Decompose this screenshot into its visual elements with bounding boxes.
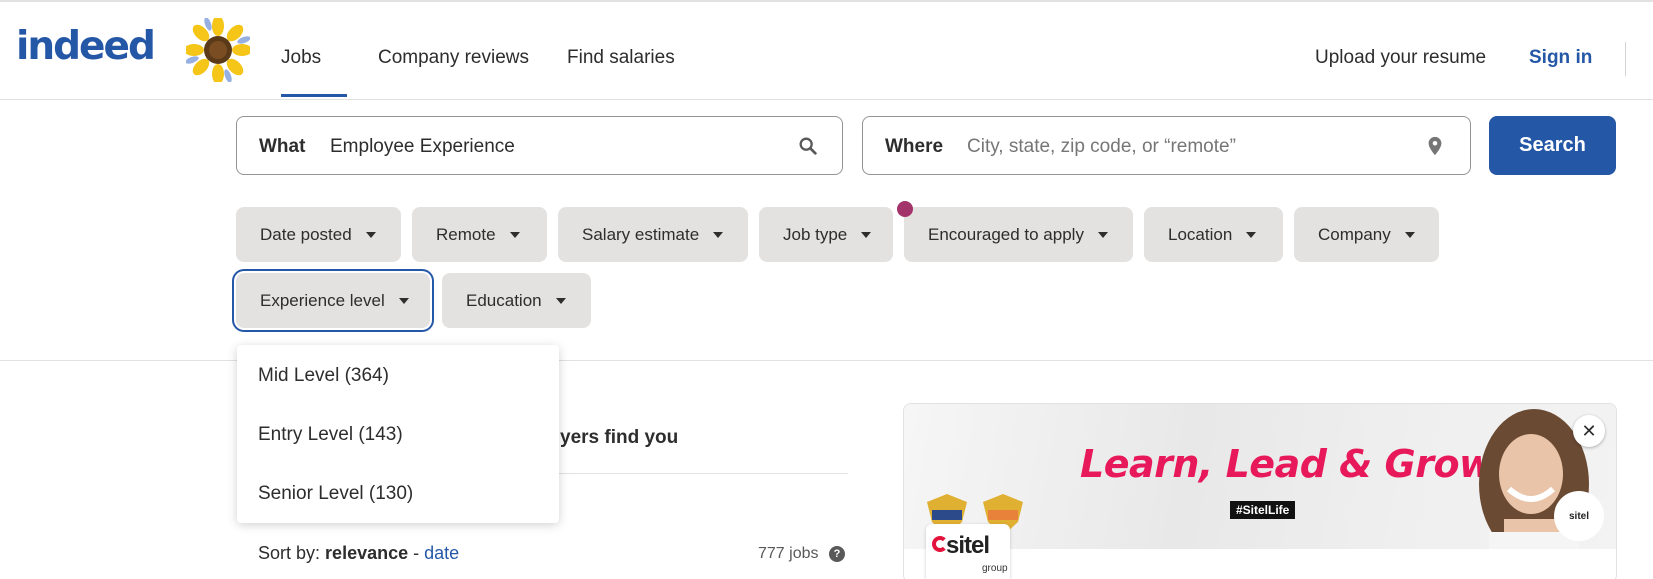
sunflower-icon — [186, 18, 250, 82]
search-button[interactable]: Search — [1489, 116, 1616, 175]
ad-footer — [904, 549, 1616, 579]
what-label: What — [259, 136, 306, 157]
upload-resume-link[interactable]: Upload your resume — [1315, 47, 1486, 69]
indeed-logo[interactable]: indeed — [16, 24, 156, 69]
filter-label: Company — [1318, 224, 1391, 244]
header-divider — [1625, 42, 1626, 76]
close-icon[interactable]: ✕ — [1573, 415, 1605, 447]
help-icon[interactable]: ? — [829, 546, 845, 562]
caret-down-icon — [509, 231, 520, 238]
ad-hashtag: #SitelLife — [1230, 501, 1296, 519]
job-count: 777 jobs — [758, 545, 819, 562]
option-entry-level[interactable]: Entry Level (143) — [258, 424, 403, 446]
logo-text: indeed — [16, 24, 156, 69]
filter-label: Encouraged to apply — [928, 224, 1084, 244]
filter-encouraged-to-apply[interactable]: Encouraged to apply — [904, 207, 1133, 262]
filter-label: Remote — [436, 224, 496, 244]
filter-label: Experience level — [260, 290, 385, 310]
option-mid-level[interactable]: Mid Level (364) — [258, 365, 389, 387]
sign-in-link[interactable]: Sign in — [1529, 47, 1592, 69]
employers-prompt-heading: yers find you — [560, 427, 679, 448]
filter-label: Salary estimate — [582, 224, 700, 244]
what-field[interactable]: What Employee Experience — [236, 116, 843, 175]
filter-date-posted[interactable]: Date posted — [236, 207, 401, 262]
what-input[interactable]: Employee Experience — [330, 136, 515, 158]
filter-company[interactable]: Company — [1294, 207, 1439, 262]
sitel-logo: sitel group — [926, 524, 1010, 579]
where-input[interactable]: City, state, zip code, or “remote” — [967, 136, 1236, 158]
search-icon — [799, 137, 817, 155]
new-filter-dot — [897, 201, 913, 217]
caret-down-icon — [555, 297, 566, 304]
filter-experience-level[interactable]: Experience level — [236, 273, 430, 328]
caret-down-icon — [1097, 231, 1108, 238]
filter-label: Location — [1168, 224, 1233, 244]
nav-jobs[interactable]: Jobs — [281, 47, 321, 69]
experience-level-dropdown: Mid Level (364) Entry Level (143) Senior… — [237, 345, 559, 523]
sort-relevance[interactable]: relevance — [325, 543, 408, 563]
option-senior-level[interactable]: Senior Level (130) — [258, 483, 413, 505]
sitel-seal: sitel — [1554, 491, 1604, 541]
caret-down-icon — [1404, 231, 1415, 238]
filter-label: Date posted — [260, 224, 352, 244]
caret-down-icon — [365, 231, 376, 238]
filter-remote[interactable]: Remote — [412, 207, 547, 262]
filter-job-type[interactable]: Job type — [759, 207, 893, 262]
site-header: indeed Jobs Company reviews Find salarie… — [0, 2, 1653, 100]
caret-down-icon — [398, 297, 409, 304]
filter-location[interactable]: Location — [1144, 207, 1283, 262]
nav-find-salaries[interactable]: Find salaries — [567, 47, 675, 69]
ad-headline: Learn, Lead & Grow — [1080, 442, 1494, 486]
filter-salary-estimate[interactable]: Salary estimate — [558, 207, 748, 262]
active-tab-indicator — [281, 94, 347, 97]
sponsored-ad[interactable]: Learn, Lead & Grow #SitelLife sitel ✕ si… — [903, 403, 1617, 579]
caret-down-icon — [713, 231, 724, 238]
location-pin-icon — [1428, 136, 1442, 156]
where-label: Where — [885, 136, 944, 157]
caret-down-icon — [861, 231, 872, 238]
sort-date-link[interactable]: date — [424, 543, 459, 563]
seal-text: sitel — [1568, 510, 1589, 522]
sitel-logo-text: sitel — [946, 532, 990, 559]
caret-down-icon — [1246, 231, 1257, 238]
sitel-logo-sub: group — [982, 563, 1008, 574]
sort-by: Sort by: relevance - date — [258, 543, 459, 564]
nav-company-reviews[interactable]: Company reviews — [378, 47, 529, 69]
sort-separator: - — [408, 543, 425, 563]
filter-label: Job type — [783, 224, 848, 244]
filter-label: Education — [466, 290, 542, 310]
filter-education[interactable]: Education — [442, 273, 591, 328]
where-field[interactable]: Where City, state, zip code, or “remote” — [862, 116, 1471, 175]
sort-prefix: Sort by: — [258, 543, 321, 563]
